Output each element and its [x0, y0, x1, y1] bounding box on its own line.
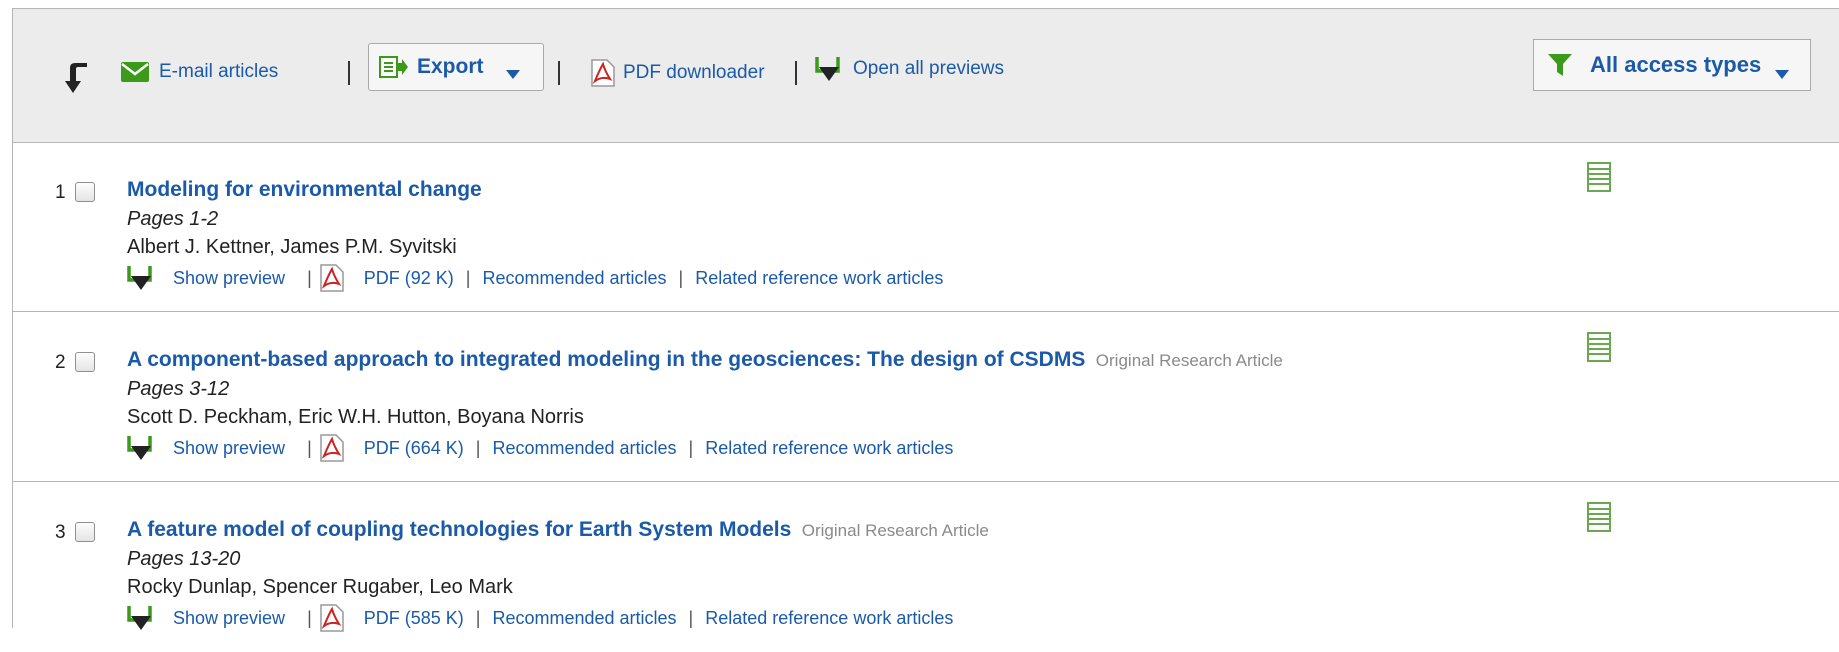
- show-preview-link[interactable]: Show preview: [173, 268, 285, 289]
- select-all-arrow-icon[interactable]: [65, 59, 91, 95]
- article-select-checkbox[interactable]: [75, 522, 95, 542]
- article-select-checkbox[interactable]: [75, 182, 95, 202]
- open-all-previews-label: Open all previews: [853, 58, 1005, 79]
- pdf-icon[interactable]: [320, 434, 344, 462]
- preview-arrow-icon[interactable]: [127, 434, 155, 462]
- article-links: Show preview | PDF (664 K) | Recommended…: [127, 434, 953, 462]
- filter-funnel-icon: [1548, 54, 1572, 76]
- link-separator: |: [688, 437, 694, 458]
- preview-arrow-icon[interactable]: [127, 264, 155, 292]
- article-title-line: A feature model of coupling technologies…: [127, 518, 989, 542]
- article-title-line: A component-based approach to integrated…: [127, 348, 1283, 372]
- envelope-icon: [121, 62, 149, 82]
- article-title-link[interactable]: Modeling for environmental change: [127, 178, 482, 201]
- toolbar-divider: [795, 61, 797, 85]
- related-reference-link[interactable]: Related reference work articles: [705, 438, 953, 459]
- access-type-label: All access types: [1590, 52, 1762, 77]
- abstract-list-icon[interactable]: [1587, 502, 1611, 532]
- related-reference-link[interactable]: Related reference work articles: [705, 608, 953, 629]
- article-number: 2: [55, 352, 66, 373]
- link-separator: |: [307, 607, 312, 628]
- export-icon: [379, 56, 409, 78]
- show-preview-link[interactable]: Show preview: [173, 438, 285, 459]
- abstract-list-icon[interactable]: [1587, 332, 1611, 362]
- pdf-icon: [591, 59, 615, 87]
- recommended-articles-link[interactable]: Recommended articles: [492, 608, 676, 629]
- article-links: Show preview | PDF (92 K) | Recommended …: [127, 264, 943, 292]
- email-articles-label: E-mail articles: [159, 61, 279, 82]
- article-authors: Scott D. Peckham, Eric W.H. Hutton, Boya…: [127, 406, 584, 428]
- show-preview-link[interactable]: Show preview: [173, 608, 285, 629]
- access-type-filter-button[interactable]: All access types: [1533, 39, 1811, 91]
- export-button[interactable]: Export: [368, 43, 544, 91]
- article-pages: Pages 3-12: [127, 378, 230, 400]
- pdf-downloader-label: PDF downloader: [623, 62, 765, 83]
- article-item: 1 Modeling for environmental change Page…: [13, 142, 1839, 312]
- results-list-frame: E-mail articles Export PDF downloader Op…: [12, 8, 1839, 632]
- email-articles-link[interactable]: E-mail articles: [121, 61, 278, 83]
- toolbar-divider: [348, 61, 350, 85]
- chevron-down-icon: [505, 62, 520, 79]
- toolbar-divider: [558, 61, 560, 85]
- chevron-down-icon: [1775, 60, 1790, 79]
- article-pages: Pages 13-20: [127, 548, 241, 570]
- link-separator: |: [307, 267, 312, 288]
- abstract-list-icon[interactable]: [1587, 162, 1611, 192]
- article-item: 3 A feature model of coupling technologi…: [13, 482, 1839, 652]
- preview-arrow-icon: [815, 55, 843, 83]
- link-separator: |: [475, 607, 481, 628]
- link-separator: |: [307, 437, 312, 458]
- pdf-download-link[interactable]: PDF (664 K): [364, 438, 464, 459]
- related-reference-link[interactable]: Related reference work articles: [695, 268, 943, 289]
- link-separator: |: [678, 267, 684, 288]
- article-number: 3: [55, 522, 66, 543]
- article-pages: Pages 1-2: [127, 208, 219, 230]
- link-separator: |: [475, 437, 481, 458]
- export-label: Export: [417, 55, 484, 78]
- link-separator: |: [465, 267, 471, 288]
- article-authors: Albert J. Kettner, James P.M. Syvitski: [127, 236, 457, 258]
- article-title-line: Modeling for environmental change: [127, 178, 488, 202]
- article-select-checkbox[interactable]: [75, 352, 95, 372]
- article-item: 2 A component-based approach to integrat…: [13, 312, 1839, 482]
- article-type: Original Research Article: [1095, 351, 1283, 370]
- link-separator: |: [688, 607, 694, 628]
- article-title-link[interactable]: A feature model of coupling technologies…: [127, 518, 791, 541]
- recommended-articles-link[interactable]: Recommended articles: [482, 268, 666, 289]
- article-number: 1: [55, 182, 66, 203]
- pdf-download-link[interactable]: PDF (585 K): [364, 608, 464, 629]
- article-type: Original Research Article: [801, 521, 989, 540]
- recommended-articles-link[interactable]: Recommended articles: [492, 438, 676, 459]
- pdf-icon[interactable]: [320, 264, 344, 292]
- results-toolbar: E-mail articles Export PDF downloader Op…: [13, 9, 1839, 143]
- pdf-downloader-link[interactable]: PDF downloader: [591, 59, 765, 87]
- open-all-previews-link[interactable]: Open all previews: [815, 55, 1004, 83]
- pdf-download-link[interactable]: PDF (92 K): [364, 268, 454, 289]
- article-authors: Rocky Dunlap, Spencer Rugaber, Leo Mark: [127, 576, 513, 598]
- article-title-link[interactable]: A component-based approach to integrated…: [127, 348, 1085, 371]
